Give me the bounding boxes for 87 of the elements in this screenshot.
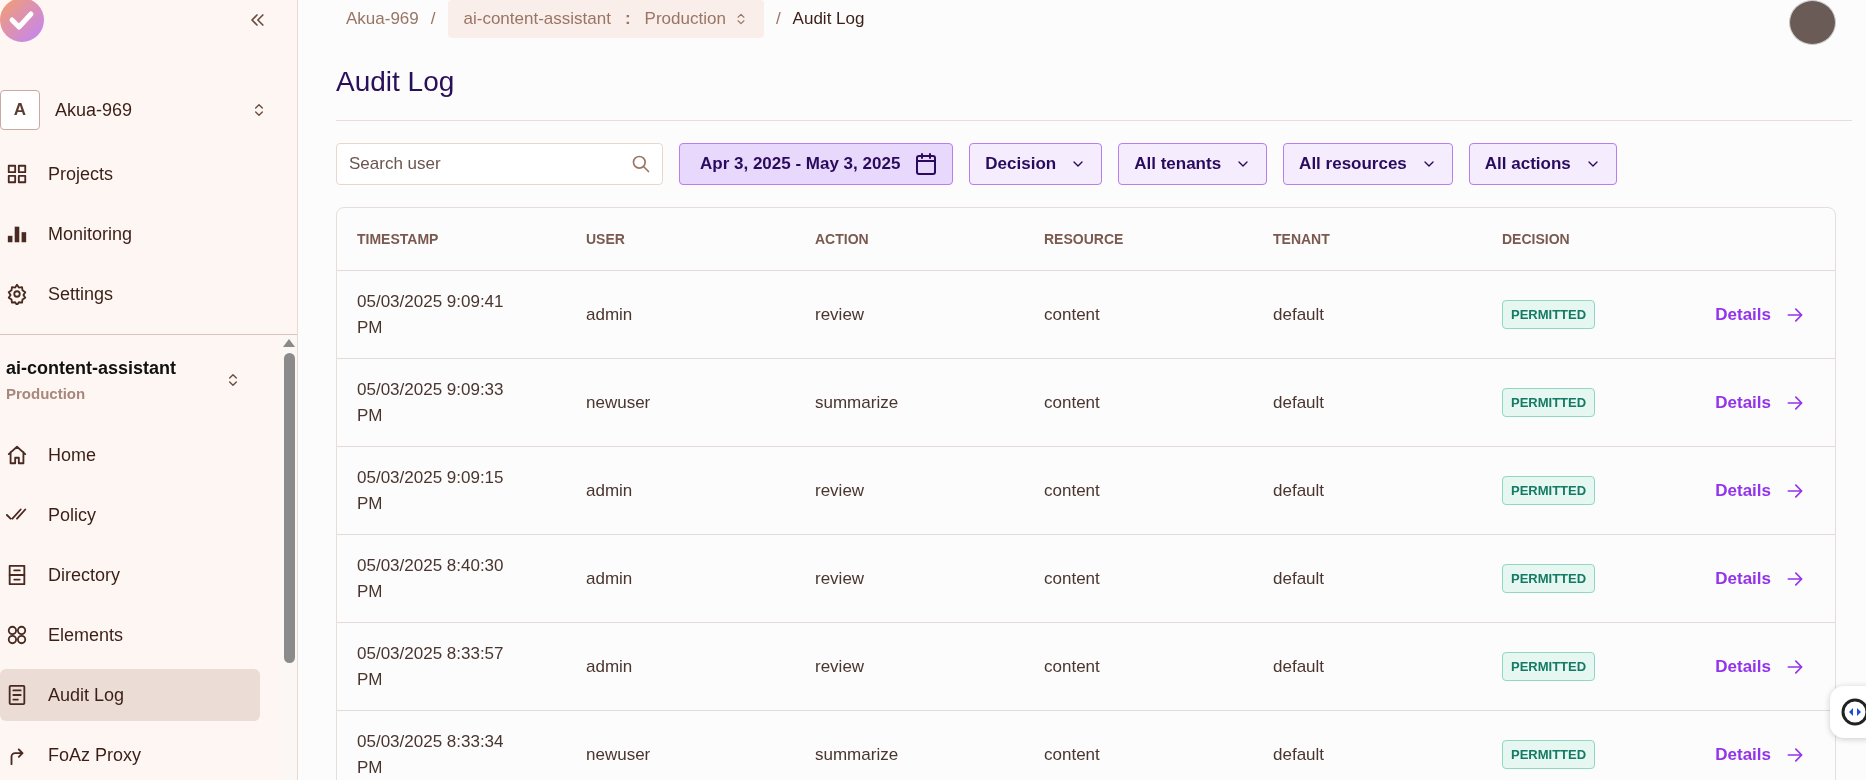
- table-cell-text: 05/03/2025 9:09:41 PM: [357, 290, 505, 339]
- decision-badge: PERMITTED: [1502, 476, 1596, 505]
- scroll-up-icon: [283, 339, 295, 347]
- settings-icon: [6, 283, 28, 305]
- filter-dropdown[interactable]: All resources: [1283, 143, 1453, 185]
- nav-item[interactable]: Settings: [0, 268, 260, 320]
- organization-name: Akua-969: [55, 99, 134, 121]
- details-link[interactable]: Details: [1715, 744, 1805, 765]
- column-header: ACTION: [815, 231, 870, 247]
- table-cell-text: default: [1273, 744, 1326, 765]
- filter-dropdown[interactable]: Decision: [969, 143, 1103, 185]
- cabinet-icon: [6, 564, 28, 586]
- details-link[interactable]: Details: [1715, 480, 1805, 501]
- table-cell-text: content: [1044, 744, 1101, 765]
- details-link[interactable]: Details: [1715, 392, 1805, 413]
- table-cell-text: 05/03/2025 9:09:33 PM: [357, 378, 505, 427]
- organization-avatar: A: [0, 90, 40, 130]
- date-range-button[interactable]: Apr 3, 2025 - May 3, 2025: [679, 143, 954, 185]
- project-environment-selector[interactable]: ai-content-assistant : Production: [447, 0, 764, 38]
- table-cell-text: newuser: [586, 392, 652, 413]
- table-cell-text: 05/03/2025 9:09:15 PM: [357, 466, 505, 515]
- nav-item[interactable]: FoAz Proxy: [0, 729, 260, 780]
- nav-item[interactable]: Directory: [0, 549, 260, 601]
- table-cell-text: 05/03/2025 8:40:30 PM: [357, 554, 505, 603]
- column-header: TIMESTAMP: [357, 231, 440, 247]
- table-cell-text: admin: [586, 304, 634, 325]
- decision-badge: PERMITTED: [1502, 388, 1596, 417]
- table-cell-text: content: [1044, 480, 1101, 501]
- avatar[interactable]: [1789, 0, 1836, 45]
- table-cell-text: review: [815, 568, 866, 589]
- table-cell-text: default: [1273, 480, 1326, 501]
- search-icon: [631, 154, 651, 174]
- page-title: Audit Log: [336, 65, 456, 99]
- table-cell-text: admin: [586, 568, 634, 589]
- breadcrumb-link[interactable]: Akua-969: [346, 9, 419, 29]
- circles-icon: [6, 624, 28, 646]
- breadcrumb-separator: /: [775, 9, 781, 29]
- table-cell-text: summarize: [815, 392, 900, 413]
- table-cell-text: content: [1044, 304, 1101, 325]
- calendar-icon: [914, 152, 939, 176]
- table-cell-text: content: [1044, 392, 1101, 413]
- column-header: DECISION: [1502, 231, 1571, 247]
- decision-badge: PERMITTED: [1502, 300, 1596, 329]
- table-cell-text: summarize: [815, 744, 900, 765]
- table-cell-text: review: [815, 480, 866, 501]
- decision-badge: PERMITTED: [1502, 740, 1596, 769]
- decision-badge: PERMITTED: [1502, 652, 1596, 681]
- table-cell-text: default: [1273, 392, 1326, 413]
- column-header: USER: [586, 231, 626, 247]
- table-cell-text: content: [1044, 568, 1101, 589]
- breadcrumb-current: Audit Log: [792, 9, 865, 29]
- breadcrumb-separator: /: [430, 9, 436, 29]
- nav-item[interactable]: Policy: [0, 489, 260, 541]
- nav-item[interactable]: Elements: [0, 609, 260, 661]
- decision-badge: PERMITTED: [1502, 564, 1596, 593]
- table-cell-text: review: [815, 304, 866, 325]
- filter-dropdown[interactable]: All tenants: [1118, 143, 1268, 185]
- home-icon: [6, 444, 28, 466]
- grid-icon: [6, 163, 28, 185]
- table-cell-text: 05/03/2025 8:33:57 PM: [357, 642, 505, 691]
- nav-item[interactable]: Projects: [0, 148, 260, 200]
- table-cell-text: content: [1044, 656, 1101, 677]
- project-selector[interactable]: ai-content-assistant Production: [0, 335, 281, 425]
- table-cell-text: admin: [586, 656, 634, 677]
- table-cell-text: default: [1273, 568, 1326, 589]
- column-header: TENANT: [1273, 231, 1331, 247]
- table-cell-text: default: [1273, 304, 1326, 325]
- table-cell-text: review: [815, 656, 866, 677]
- table-cell-text: newuser: [586, 744, 652, 765]
- project-name: ai-content-assistant: [6, 358, 178, 379]
- table-cell-text: 05/03/2025 8:33:34 PM: [357, 730, 505, 779]
- details-link[interactable]: Details: [1715, 656, 1805, 677]
- organization-selector[interactable]: A Akua-969: [0, 86, 297, 134]
- scrollbar-thumb[interactable]: [283, 353, 295, 663]
- document-icon: [6, 684, 28, 706]
- table-cell-text: default: [1273, 656, 1326, 677]
- code-icon: [1840, 697, 1866, 727]
- nav-item[interactable]: Monitoring: [0, 208, 260, 260]
- column-header: RESOURCE: [1044, 231, 1125, 247]
- nav-item[interactable]: Audit Log: [0, 669, 260, 721]
- table-cell-text: admin: [586, 480, 634, 501]
- filter-dropdown[interactable]: All actions: [1468, 143, 1617, 185]
- environment-name: Production: [6, 385, 87, 402]
- nav-item[interactable]: Home: [0, 429, 260, 481]
- details-link[interactable]: Details: [1715, 304, 1805, 325]
- search-field[interactable]: Search user: [336, 143, 663, 185]
- details-link[interactable]: Details: [1715, 568, 1805, 589]
